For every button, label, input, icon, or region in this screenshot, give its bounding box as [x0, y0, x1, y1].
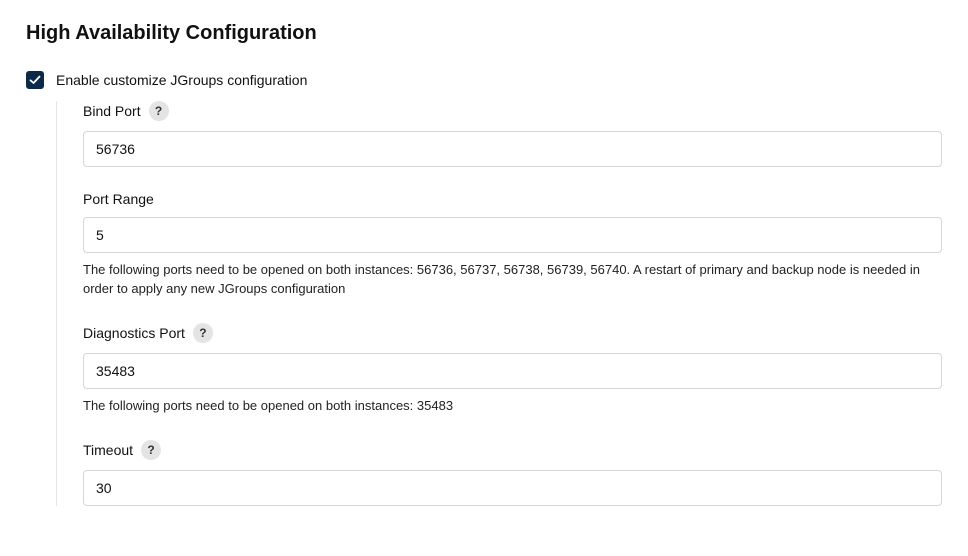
enable-label: Enable customize JGroups configuration — [56, 72, 307, 88]
help-icon[interactable]: ? — [149, 101, 169, 121]
page-title: High Availability Configuration — [26, 22, 942, 45]
fields-container: Bind Port ? Port Range The following por… — [56, 101, 942, 506]
help-icon[interactable]: ? — [193, 323, 213, 343]
bind-port-label-row: Bind Port ? — [83, 101, 942, 121]
diagnostics-port-help-text: The following ports need to be opened on… — [83, 397, 942, 416]
enable-row: Enable customize JGroups configuration — [26, 71, 942, 89]
diagnostics-port-group: Diagnostics Port ? The following ports n… — [83, 323, 942, 440]
diagnostics-port-label: Diagnostics Port — [83, 325, 185, 341]
enable-checkbox[interactable] — [26, 71, 44, 89]
port-range-group: Port Range The following ports need to b… — [83, 191, 942, 323]
port-range-label-row: Port Range — [83, 191, 942, 207]
timeout-group: Timeout ? — [83, 440, 942, 506]
diagnostics-port-input[interactable] — [83, 353, 942, 389]
port-range-help-text: The following ports need to be opened on… — [83, 261, 942, 299]
check-icon — [29, 74, 41, 86]
timeout-label: Timeout — [83, 442, 133, 458]
help-icon[interactable]: ? — [141, 440, 161, 460]
timeout-label-row: Timeout ? — [83, 440, 942, 460]
timeout-input[interactable] — [83, 470, 942, 506]
bind-port-group: Bind Port ? — [83, 101, 942, 191]
diagnostics-port-label-row: Diagnostics Port ? — [83, 323, 942, 343]
port-range-label: Port Range — [83, 191, 154, 207]
bind-port-input[interactable] — [83, 131, 942, 167]
port-range-input[interactable] — [83, 217, 942, 253]
bind-port-label: Bind Port — [83, 103, 141, 119]
